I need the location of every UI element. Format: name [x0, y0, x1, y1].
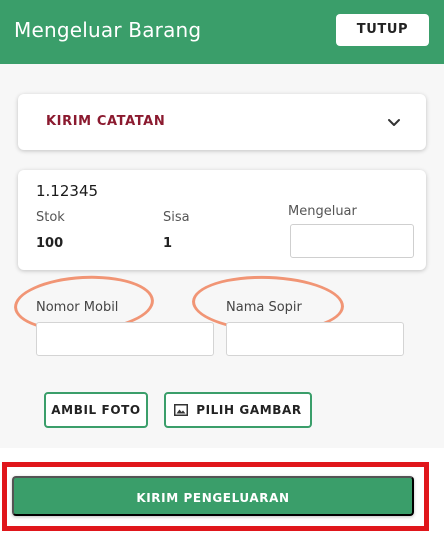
- kirim-pengeluaran-button[interactable]: KIRIM PENGELUARAN: [12, 476, 414, 516]
- nomor-mobil-input[interactable]: [36, 322, 214, 356]
- close-button[interactable]: TUTUP: [336, 14, 429, 46]
- main-content: KIRIM CATATAN 1.12345 Stok Sisa Mengelua…: [0, 64, 444, 533]
- nomor-mobil-label: Nomor Mobil: [36, 300, 119, 315]
- page-title: Mengeluar Barang: [14, 18, 202, 42]
- ambil-foto-label: AMBIL FOTO: [51, 403, 141, 417]
- pilih-gambar-label: PILIH GAMBAR: [196, 403, 302, 417]
- sisa-label: Sisa: [163, 210, 190, 225]
- stok-label: Stok: [36, 210, 65, 225]
- notes-accordion-label: KIRIM CATATAN: [46, 114, 166, 129]
- notes-accordion[interactable]: KIRIM CATATAN: [18, 94, 426, 150]
- mengeluar-label: Mengeluar: [288, 204, 357, 219]
- image-icon: [174, 404, 189, 416]
- item-card: 1.12345 Stok Sisa Mengeluar 100 1: [18, 170, 426, 270]
- ambil-foto-button[interactable]: AMBIL FOTO: [44, 392, 148, 428]
- stok-value: 100: [36, 236, 64, 251]
- app-header: Mengeluar Barang TUTUP: [0, 0, 444, 64]
- mengeluar-input[interactable]: [290, 224, 414, 258]
- sisa-value: 1: [163, 236, 173, 251]
- nama-sopir-label: Nama Sopir: [226, 300, 302, 315]
- nama-sopir-input[interactable]: [226, 322, 404, 356]
- item-code: 1.12345: [36, 182, 99, 200]
- chevron-down-icon[interactable]: [386, 114, 402, 130]
- pilih-gambar-button[interactable]: PILIH GAMBAR: [164, 392, 312, 428]
